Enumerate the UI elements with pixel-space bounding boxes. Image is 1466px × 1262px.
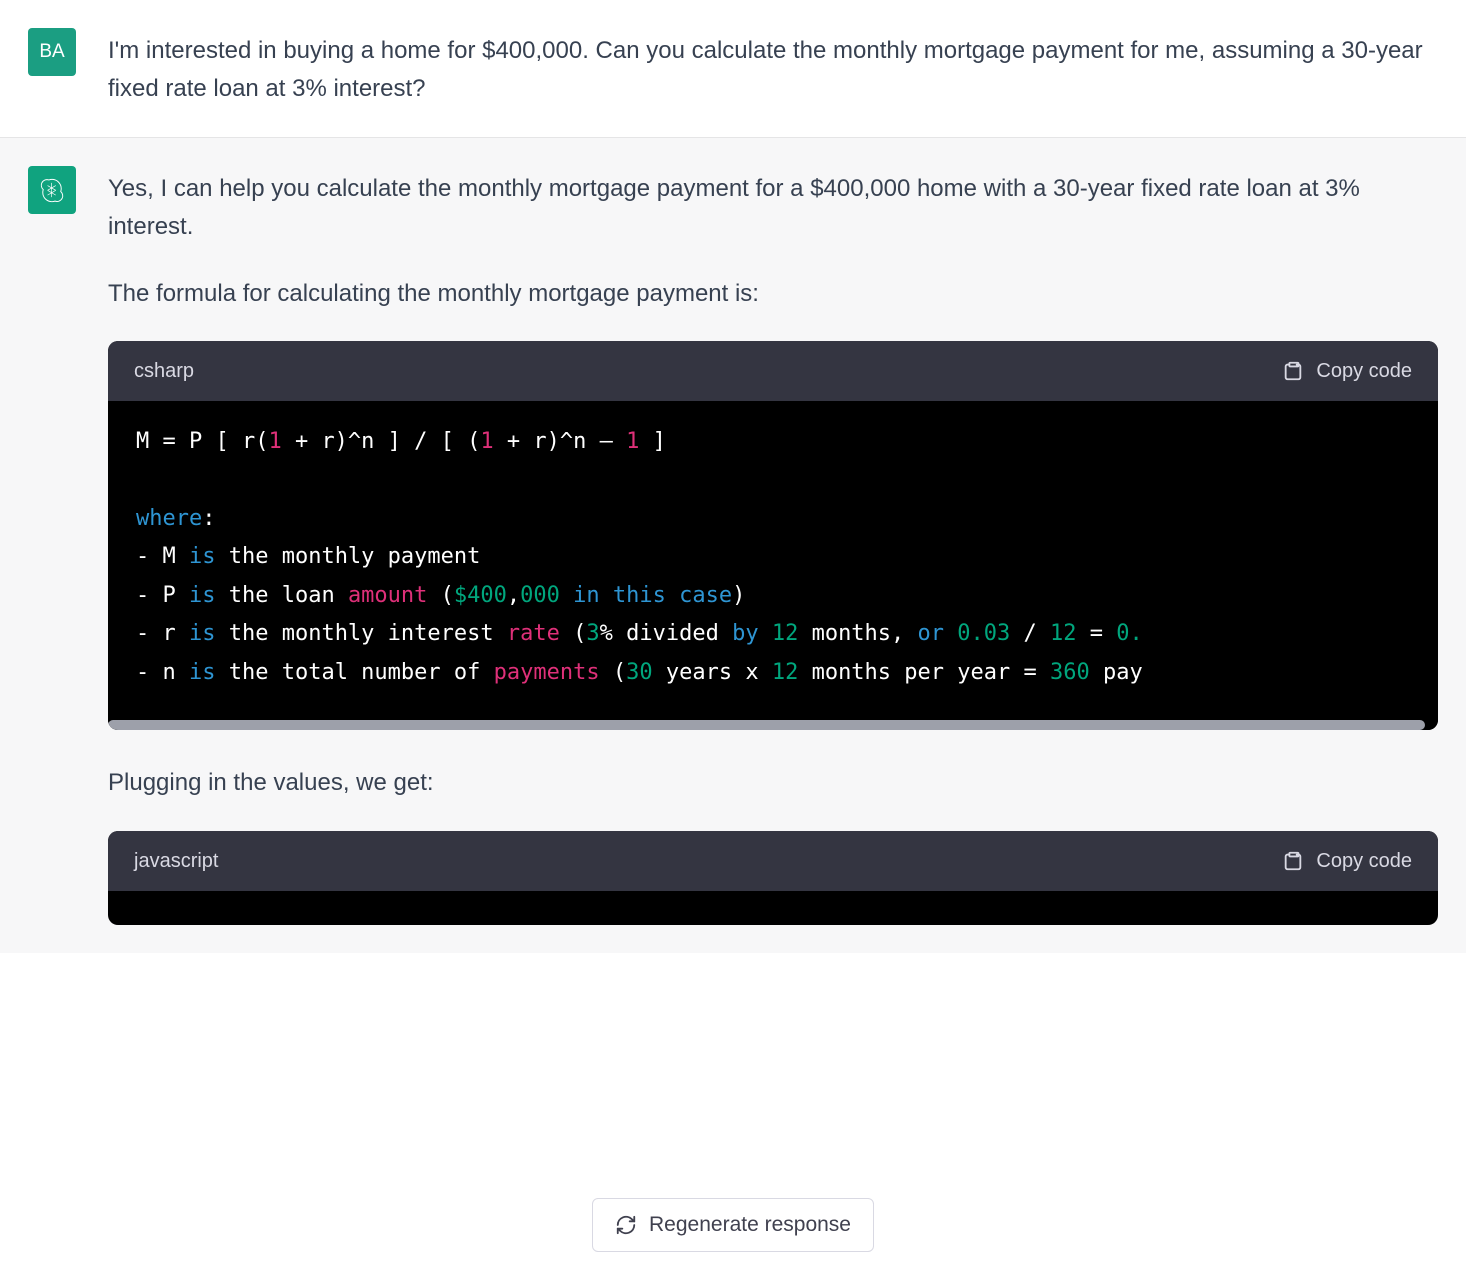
user-message-text: I'm interested in buying a home for $400… [108, 32, 1438, 109]
code-line: - P is the loan amount ($400,000 in this… [136, 577, 1410, 616]
assistant-intro-2: The formula for calculating the monthly … [108, 275, 1438, 313]
assistant-message-content: Yes, I can help you calculate the monthl… [108, 166, 1438, 925]
openai-icon [38, 176, 66, 204]
assistant-message-row: Yes, I can help you calculate the monthl… [0, 138, 1466, 953]
copy-code-label: Copy code [1316, 845, 1412, 877]
horizontal-scrollbar[interactable] [108, 720, 1438, 730]
code-block-formula: csharp Copy code M = P [ r(1 + r)^n ] / … [108, 341, 1438, 731]
regenerate-container: Regenerate response [592, 1198, 874, 1252]
code-line: - r is the monthly interest rate (3% div… [136, 615, 1410, 654]
code-language-label: csharp [134, 355, 194, 387]
code-body[interactable]: M = P [ r(1 + r)^n ] / [ (1 + r)^n – 1 ]… [108, 401, 1438, 721]
assistant-intro-1: Yes, I can help you calculate the monthl… [108, 170, 1438, 247]
clipboard-icon [1282, 850, 1304, 872]
code-line: M = P [ r(1 + r)^n ] / [ (1 + r)^n – 1 ] [136, 423, 1410, 462]
copy-code-button[interactable]: Copy code [1282, 355, 1412, 387]
code-language-label: javascript [134, 845, 218, 877]
assistant-mid-paragraph: Plugging in the values, we get: [108, 764, 1438, 802]
code-line: - n is the total number of payments (30 … [136, 654, 1410, 693]
code-line: where: [136, 500, 1410, 539]
assistant-avatar [28, 166, 76, 214]
user-avatar: BA [28, 28, 76, 76]
regenerate-label: Regenerate response [649, 1213, 851, 1237]
code-header: javascript Copy code [108, 831, 1438, 891]
code-block-calculation: javascript Copy code [108, 831, 1438, 925]
copy-code-button[interactable]: Copy code [1282, 845, 1412, 877]
code-line: - M is the monthly payment [136, 538, 1410, 577]
scrollbar-thumb[interactable] [108, 720, 1425, 730]
code-header: csharp Copy code [108, 341, 1438, 401]
user-message-row: BA I'm interested in buying a home for $… [0, 0, 1466, 138]
user-message-content: I'm interested in buying a home for $400… [108, 28, 1438, 109]
copy-code-label: Copy code [1316, 355, 1412, 387]
code-body[interactable] [108, 891, 1438, 925]
regenerate-response-button[interactable]: Regenerate response [592, 1198, 874, 1252]
code-line [136, 461, 1410, 500]
regenerate-icon [615, 1214, 637, 1236]
clipboard-icon [1282, 360, 1304, 382]
